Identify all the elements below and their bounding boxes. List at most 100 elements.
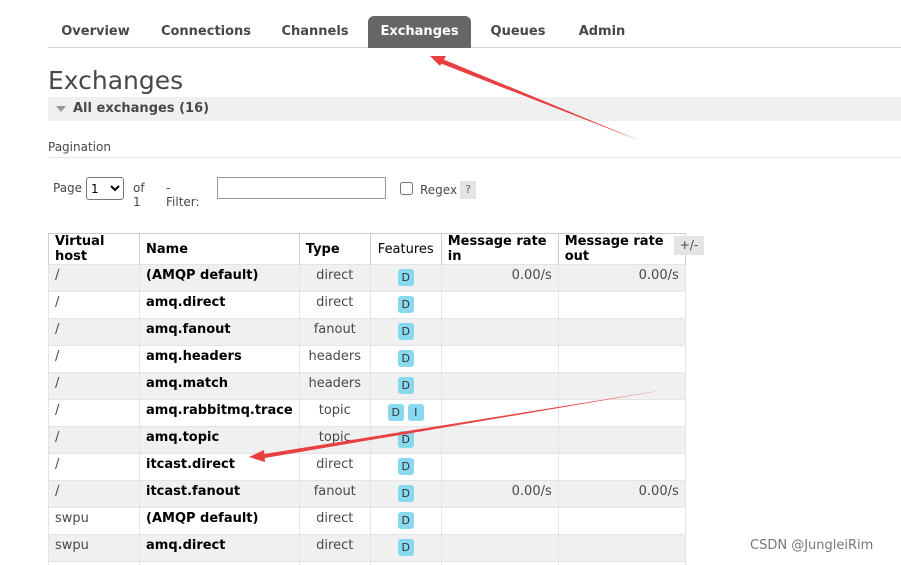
annotation-arrowhead-exchanges-tab bbox=[430, 56, 446, 66]
all-exchanges-toggle[interactable]: All exchanges (16) bbox=[48, 97, 901, 121]
exchange-name-link[interactable]: amq.fanout bbox=[139, 318, 300, 346]
table-row: swpu (AMQP default) direct D bbox=[48, 507, 686, 535]
vhost-cell: / bbox=[48, 480, 140, 508]
features-cell: D bbox=[369, 264, 442, 292]
features-cell: DI bbox=[369, 399, 442, 427]
page-title: Exchanges bbox=[48, 66, 184, 95]
rate-in-cell: 0.00/s bbox=[440, 480, 559, 508]
exchange-name-link[interactable]: (AMQP default) bbox=[139, 264, 300, 292]
rate-out-cell: 0.00/s bbox=[557, 480, 686, 508]
features-cell: D bbox=[369, 291, 442, 319]
table-row: / (AMQP default) direct D 0.00/s 0.00/s bbox=[48, 264, 686, 292]
rate-out-cell bbox=[557, 453, 686, 481]
filter-input[interactable] bbox=[217, 177, 386, 199]
type-cell: headers bbox=[298, 372, 371, 400]
type-cell: topic bbox=[298, 399, 371, 427]
features-cell: D bbox=[369, 372, 442, 400]
type-cell: fanout bbox=[298, 318, 371, 346]
rate-in-cell bbox=[440, 318, 559, 346]
exchange-name-link[interactable]: amq.fanout bbox=[139, 561, 300, 565]
vhost-cell: / bbox=[48, 318, 140, 346]
feature-badge[interactable]: D bbox=[397, 512, 414, 529]
rate-in-cell bbox=[440, 372, 559, 400]
tab-admin[interactable]: Admin bbox=[568, 16, 636, 47]
rate-in-cell bbox=[440, 561, 559, 565]
vhost-cell: swpu bbox=[48, 561, 140, 565]
type-cell: fanout bbox=[298, 480, 371, 508]
type-cell: topic bbox=[298, 426, 371, 454]
vhost-cell: swpu bbox=[48, 507, 140, 535]
rate-in-cell: 0.00/s bbox=[440, 264, 559, 292]
exchange-name-link[interactable]: amq.topic bbox=[139, 426, 300, 454]
feature-badge[interactable]: D bbox=[397, 296, 414, 313]
columns-toggle-button[interactable]: +/- bbox=[674, 236, 704, 255]
regex-help-button[interactable]: ? bbox=[460, 181, 476, 199]
tab-queues[interactable]: Queues bbox=[480, 16, 556, 47]
feature-badge[interactable]: D bbox=[397, 350, 414, 367]
regex-label: Regex bbox=[420, 183, 458, 197]
feature-badge[interactable]: D bbox=[397, 377, 414, 394]
col-name[interactable]: Name bbox=[139, 233, 300, 265]
collapse-triangle-icon bbox=[56, 106, 66, 112]
type-cell: direct bbox=[298, 291, 371, 319]
page-count: of 1 bbox=[133, 181, 145, 209]
rate-out-cell bbox=[557, 345, 686, 373]
regex-checkbox[interactable] bbox=[400, 182, 413, 195]
exchange-name-link[interactable]: amq.direct bbox=[139, 291, 300, 319]
col-rate-in[interactable]: Message rate in bbox=[440, 233, 559, 265]
exchange-name-link[interactable]: (AMQP default) bbox=[139, 507, 300, 535]
col-type[interactable]: Type bbox=[298, 233, 371, 265]
main-nav: Overview Connections Channels Exchanges … bbox=[48, 16, 901, 48]
rate-in-cell bbox=[440, 345, 559, 373]
table-row: swpuamq.fanoutfanoutD bbox=[48, 561, 686, 565]
features-cell: D bbox=[369, 453, 442, 481]
exchanges-table-body: / (AMQP default) direct D 0.00/s 0.00/s / amq.d… bbox=[48, 264, 686, 565]
exchange-name-link[interactable]: amq.match bbox=[139, 372, 300, 400]
exchange-name-link[interactable]: amq.rabbitmq.trace bbox=[139, 399, 300, 427]
feature-badge[interactable]: D bbox=[397, 269, 414, 286]
page-select[interactable]: 1 bbox=[86, 177, 124, 200]
rate-out-cell bbox=[557, 291, 686, 319]
rate-out-cell bbox=[557, 318, 686, 346]
tab-overview[interactable]: Overview bbox=[48, 16, 143, 47]
features-cell: D bbox=[369, 480, 442, 508]
exchange-name-link[interactable]: itcast.direct bbox=[139, 453, 300, 481]
type-cell: direct bbox=[298, 534, 371, 562]
rate-in-cell bbox=[440, 426, 559, 454]
pagination-label: Pagination bbox=[48, 140, 111, 154]
tab-exchanges[interactable]: Exchanges bbox=[368, 16, 471, 48]
tab-connections[interactable]: Connections bbox=[152, 16, 260, 47]
type-cell: direct bbox=[298, 264, 371, 292]
type-cell: headers bbox=[298, 345, 371, 373]
feature-badge[interactable]: D bbox=[397, 458, 414, 475]
exchange-name-link[interactable]: amq.direct bbox=[139, 534, 300, 562]
col-virtual-host[interactable]: Virtual host bbox=[48, 233, 140, 265]
exchange-name-link[interactable]: itcast.fanout bbox=[139, 480, 300, 508]
table-row: / itcast.fanout fanout D 0.00/s 0.00/s bbox=[48, 480, 686, 508]
feature-badge[interactable]: D bbox=[397, 323, 414, 340]
exchange-name-link[interactable]: amq.headers bbox=[139, 345, 300, 373]
feature-badge[interactable]: D bbox=[397, 539, 414, 556]
exchanges-table: Virtual host Name Type Features Message … bbox=[48, 233, 686, 565]
rate-in-cell bbox=[440, 291, 559, 319]
table-row: / itcast.direct direct D bbox=[48, 453, 686, 481]
rate-in-cell bbox=[440, 534, 559, 562]
page-label: Page bbox=[53, 181, 83, 195]
feature-badge[interactable]: I bbox=[407, 404, 424, 421]
vhost-cell: / bbox=[48, 426, 140, 454]
feature-badge[interactable]: D bbox=[397, 431, 414, 448]
rate-out-cell bbox=[557, 399, 686, 427]
feature-badge[interactable]: D bbox=[397, 485, 414, 502]
rate-in-cell bbox=[440, 507, 559, 535]
features-cell: D bbox=[369, 318, 442, 346]
features-cell: D bbox=[369, 534, 442, 562]
rate-out-cell bbox=[557, 507, 686, 535]
feature-badge[interactable]: D bbox=[387, 404, 404, 421]
rate-out-cell: 0.00/s bbox=[557, 264, 686, 292]
table-row: / amq.topic topic D bbox=[48, 426, 686, 454]
col-rate-out[interactable]: Message rate out bbox=[557, 233, 686, 265]
features-cell: D bbox=[369, 507, 442, 535]
tab-channels[interactable]: Channels bbox=[272, 16, 358, 47]
type-cell: fanout bbox=[298, 561, 371, 565]
type-cell: direct bbox=[298, 453, 371, 481]
